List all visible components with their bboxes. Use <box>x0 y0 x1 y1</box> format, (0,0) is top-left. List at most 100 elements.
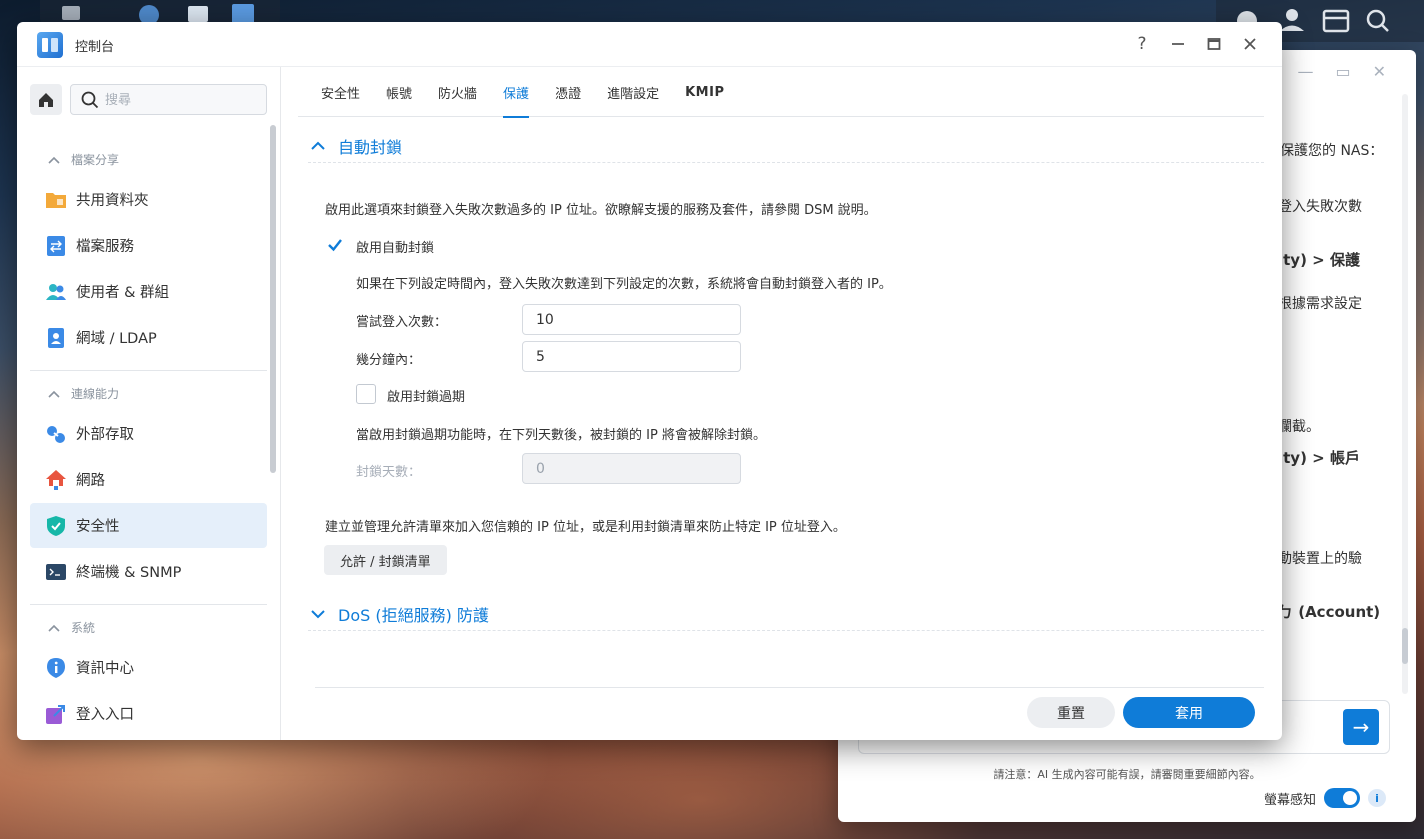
chevron-up-icon <box>48 624 60 632</box>
sidebar-item-file-services[interactable]: 檔案服務 <box>30 223 267 268</box>
reset-button[interactable]: 重置 <box>1027 697 1115 728</box>
dos-section-header[interactable]: DoS (拒絕服務) 防護 <box>308 597 1264 631</box>
title-bar[interactable]: 控制台 ? <box>17 22 1282 67</box>
minimize-button[interactable] <box>1168 32 1188 56</box>
assistant-text-fragment: 根據需求設定 <box>1278 296 1362 312</box>
section-label: 系統 <box>71 621 96 635</box>
attempts-input[interactable] <box>522 304 741 335</box>
close-icon <box>1244 38 1256 50</box>
tab-certificate[interactable]: 憑證 <box>542 67 594 117</box>
enable-auto-block-checkbox[interactable] <box>325 235 345 255</box>
users-icon <box>46 283 66 300</box>
screen-aware-row: 螢幕感知 i <box>1264 788 1386 808</box>
sidebar-item-label: 終端機 & SNMP <box>76 565 182 581</box>
minimize-icon[interactable]: — <box>1297 62 1313 81</box>
sidebar-item-terminal-snmp[interactable]: 終端機 & SNMP <box>30 549 267 594</box>
sidebar-item-label: 安全性 <box>76 519 120 535</box>
assistant-notice: 請注意：AI 生成內容可能有誤，請審閱重要細節內容。 <box>993 768 1261 781</box>
domain-icon <box>48 327 64 348</box>
sidebar-item-network[interactable]: 網路 <box>30 457 267 502</box>
tab-bar: 安全性 帳號 防火牆 保護 憑證 進階設定 KMIP <box>298 67 1264 118</box>
tab-firewall[interactable]: 防火牆 <box>425 67 490 117</box>
arrow-right-icon: → <box>1352 715 1370 739</box>
home-icon <box>39 92 53 107</box>
assistant-scrollbar[interactable] <box>1402 94 1408 694</box>
control-panel-app-icon <box>37 32 63 58</box>
shield-icon <box>47 515 65 536</box>
info-icon <box>47 657 65 678</box>
days-label: 封鎖天數： <box>356 465 422 480</box>
terminal-icon <box>46 563 66 580</box>
maximize-icon[interactable]: ▭ <box>1335 62 1350 81</box>
apply-button[interactable]: 套用 <box>1123 697 1255 728</box>
sidebar-item-cutoff[interactable] <box>30 737 267 740</box>
search-box[interactable] <box>70 84 267 115</box>
assistant-text-fragment: ity) > 帳戶 <box>1278 449 1360 467</box>
sidebar-item-login-portal[interactable]: 登入入口 <box>30 691 267 736</box>
send-button[interactable]: → <box>1343 709 1379 745</box>
sidebar-item-label: 資訊中心 <box>76 661 134 677</box>
external-access-icon <box>47 425 65 443</box>
minutes-input[interactable] <box>522 341 741 372</box>
allow-block-list-description: 建立並管理允許清單來加入您信賴的 IP 位址，或是利用封鎖清單來防止特定 IP … <box>325 520 846 535</box>
tab-account[interactable]: 帳號 <box>373 67 425 117</box>
section-system[interactable]: 系統 <box>47 619 95 636</box>
close-button[interactable] <box>1240 32 1260 56</box>
help-button[interactable]: ? <box>1132 32 1152 56</box>
assistant-text-fragment: 攔截。 <box>1278 419 1320 435</box>
enable-expire-checkbox[interactable] <box>356 384 376 404</box>
assistant-text-fragment: 保護您的 NAS： <box>1280 143 1384 159</box>
sidebar-item-label: 網域 / LDAP <box>76 331 157 347</box>
sidebar-item-info-center[interactable]: 資訊中心 <box>30 645 267 690</box>
allow-block-list-button[interactable]: 允許 / 封鎖清單 <box>324 545 447 575</box>
search-input[interactable] <box>105 89 255 111</box>
sidebar-item-label: 檔案服務 <box>76 239 134 255</box>
window-controls: ? <box>1132 32 1260 56</box>
sidebar-item-users-groups[interactable]: 使用者 & 群組 <box>30 269 267 314</box>
window-title: 控制台 <box>75 40 115 55</box>
tab-kmip[interactable]: KMIP <box>672 67 737 117</box>
folder-icon <box>46 192 66 208</box>
assistant-text-fragment: ㄅ (Account) <box>1278 603 1381 621</box>
section-file-sharing[interactable]: 檔案分享 <box>47 151 119 168</box>
auto-block-rule-text: 如果在下列設定時間內，登入失敗次數達到下列設定的次數，系統將會自動封鎖登入者的 … <box>356 277 892 292</box>
screen-aware-toggle[interactable] <box>1324 788 1360 808</box>
assistant-text-fragment: 登入失敗次數 <box>1278 199 1362 215</box>
enable-auto-block-label[interactable]: 啟用自動封鎖 <box>356 237 434 256</box>
tab-advanced[interactable]: 進階設定 <box>594 67 672 117</box>
enable-expire-label[interactable]: 啟用封鎖過期 <box>387 386 465 405</box>
sidebar-item-shared-folder[interactable]: 共用資料夾 <box>30 177 267 222</box>
home-button[interactable] <box>30 84 62 115</box>
screen-aware-label: 螢幕感知 <box>1263 792 1316 808</box>
sidebar: 檔案分享 共用資料夾 檔案服務 使用者 & 群組 網域 / LDAP <box>17 67 281 740</box>
assistant-scroll-thumb[interactable] <box>1402 628 1408 664</box>
sidebar-item-security[interactable]: 安全性 <box>30 503 267 548</box>
close-icon[interactable]: ✕ <box>1373 62 1386 81</box>
auto-block-section-header[interactable]: 自動封鎖 <box>308 129 1264 163</box>
sidebar-item-label: 網路 <box>76 473 105 489</box>
assistant-window-controls: — ▭ ✕ <box>1297 62 1386 81</box>
search-icon <box>81 91 99 109</box>
section-label: 連線能力 <box>71 387 120 401</box>
tab-security[interactable]: 安全性 <box>308 67 373 117</box>
maximize-button[interactable] <box>1204 32 1224 56</box>
assistant-text-fragment: 動裝置上的驗 <box>1278 551 1362 567</box>
sidebar-item-external-access[interactable]: 外部存取 <box>30 411 267 456</box>
control-panel-window: 控制台 ? 搜尋 檔案分享 共用資料夾 檔案服務 使用者 & 群組 網域 / L… <box>17 22 1282 740</box>
sidebar-item-domain-ldap[interactable]: 網域 / LDAP <box>30 315 267 360</box>
section-title: 自動封鎖 <box>338 137 403 157</box>
section-connectivity[interactable]: 連線能力 <box>47 385 119 402</box>
chevron-up-icon <box>311 141 325 150</box>
tab-protection[interactable]: 保護 <box>490 67 542 118</box>
sidebar-scrollbar[interactable] <box>270 125 276 473</box>
sidebar-divider <box>30 370 267 371</box>
file-services-icon <box>47 235 65 256</box>
sidebar-item-label: 使用者 & 群組 <box>76 285 170 301</box>
minimize-icon <box>1172 43 1184 45</box>
maximize-icon <box>1207 38 1221 50</box>
days-input[interactable] <box>522 453 741 484</box>
expire-description: 當啟用封鎖過期功能時，在下列天數後，被封鎖的 IP 將會被解除封鎖。 <box>356 428 766 443</box>
minutes-label: 幾分鐘內： <box>356 353 422 368</box>
info-icon[interactable]: i <box>1368 789 1386 807</box>
attempts-label: 嘗試登入次數： <box>356 315 448 330</box>
